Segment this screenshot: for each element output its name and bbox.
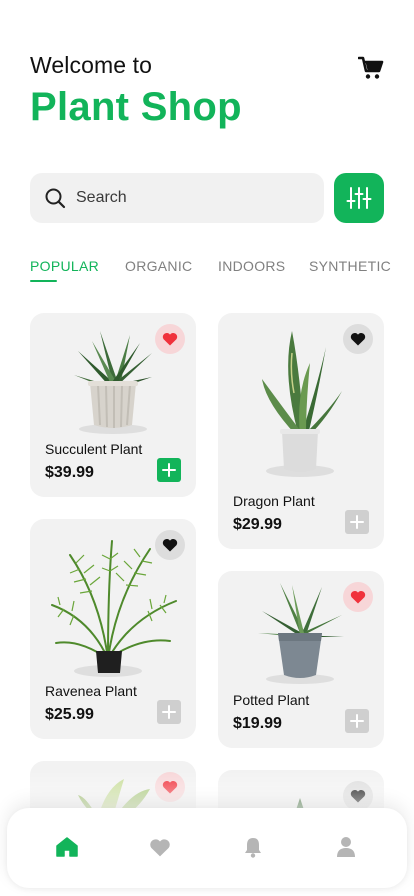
- heart-icon: [350, 590, 366, 604]
- welcome-text: Welcome to: [30, 52, 153, 78]
- plus-icon: [350, 515, 364, 529]
- nav-profile[interactable]: [333, 834, 359, 860]
- favorite-button[interactable]: [155, 530, 185, 560]
- header: Welcome to Plant Shop: [30, 52, 384, 130]
- bottom-nav: [7, 808, 407, 888]
- favorite-button[interactable]: [343, 582, 373, 612]
- product-name: Potted Plant: [233, 692, 310, 708]
- add-to-cart-button[interactable]: [157, 700, 181, 724]
- product-name: Succulent Plant: [45, 441, 143, 457]
- search-row: [30, 173, 384, 223]
- heart-icon: [162, 538, 178, 552]
- search-box[interactable]: [30, 173, 324, 223]
- product-card-succulent[interactable]: Succulent Plant $39.99: [30, 313, 196, 497]
- tab-popular[interactable]: POPULAR: [30, 258, 99, 274]
- product-card-dragon[interactable]: Dragon Plant $29.99: [218, 313, 384, 549]
- search-input[interactable]: [76, 189, 296, 207]
- plus-icon: [162, 463, 176, 477]
- add-to-cart-button[interactable]: [345, 510, 369, 534]
- nav-notifications[interactable]: [240, 834, 266, 860]
- product-price: $39.99: [45, 464, 94, 481]
- nav-home[interactable]: [54, 834, 80, 860]
- page-title: Plant Shop: [30, 85, 242, 129]
- heart-icon: [162, 332, 178, 346]
- cart-button[interactable]: [357, 56, 384, 80]
- favorite-button[interactable]: [343, 324, 373, 354]
- nav-favorites[interactable]: [147, 834, 173, 860]
- search-icon: [45, 188, 66, 209]
- cart-icon: [357, 56, 384, 79]
- product-price: $19.99: [233, 715, 282, 732]
- product-name: Ravenea Plant: [45, 683, 137, 699]
- heart-icon: [350, 332, 366, 346]
- tab-indoors[interactable]: INDOORS: [218, 258, 285, 274]
- product-price: $25.99: [45, 706, 94, 723]
- plus-icon: [162, 705, 176, 719]
- plus-icon: [350, 714, 364, 728]
- product-card-potted[interactable]: Potted Plant $19.99: [218, 571, 384, 748]
- filter-button[interactable]: [334, 173, 384, 223]
- home-icon: [56, 837, 78, 857]
- category-tabs: POPULAR ORGANIC INDOORS SYNTHETIC: [30, 258, 414, 288]
- product-price: $29.99: [233, 516, 282, 533]
- active-tab-indicator: [30, 280, 57, 282]
- product-card-ravenea[interactable]: Ravenea Plant $25.99: [30, 519, 196, 739]
- user-icon: [337, 837, 355, 857]
- tab-organic[interactable]: ORGANIC: [125, 258, 192, 274]
- product-name: Dragon Plant: [233, 493, 315, 509]
- bell-icon: [245, 838, 261, 858]
- sliders-icon: [346, 187, 372, 209]
- favorite-button[interactable]: [155, 324, 185, 354]
- heart-icon: [150, 838, 170, 856]
- add-to-cart-button[interactable]: [157, 458, 181, 482]
- add-to-cart-button[interactable]: [345, 709, 369, 733]
- tab-synthetic[interactable]: SYNTHETIC: [309, 258, 391, 274]
